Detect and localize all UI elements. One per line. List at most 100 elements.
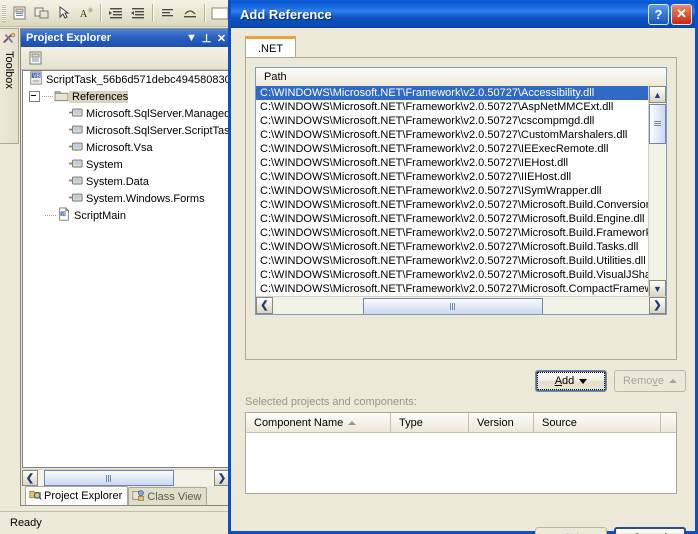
add-reference-dialog: Add Reference ? ✕ .NET Path C:\WINDOWS\M…: [228, 0, 698, 534]
listbox-vertical-scrollbar[interactable]: ▲ ▼: [648, 86, 666, 297]
indent-increase-icon[interactable]: [105, 2, 127, 24]
list-item[interactable]: C:\WINDOWS\Microsoft.NET\Framework\v2.0.…: [256, 128, 649, 142]
close-button[interactable]: ✕: [671, 3, 692, 25]
tree-horizontal-scrollbar[interactable]: ❮ ❯: [22, 469, 230, 486]
assembly-icon: [69, 192, 83, 206]
scroll-thumb[interactable]: [649, 104, 666, 144]
vb-project-icon: VB: [29, 71, 43, 88]
remove-button: Remove: [614, 370, 686, 392]
help-button[interactable]: ?: [648, 3, 669, 25]
tab-class-view[interactable]: Class View: [128, 487, 208, 505]
column-header-component-name-label: Component Name: [254, 416, 344, 429]
scroll-left-arrow-icon[interactable]: ❮: [256, 297, 273, 314]
dotnet-tab-panel: Path C:\WINDOWS\Microsoft.NET\Framework\…: [245, 57, 677, 360]
list-item[interactable]: C:\WINDOWS\Microsoft.NET\Framework\v2.0.…: [256, 254, 649, 268]
tree-reference-list: Microsoft.SqlServer.ManagedDTS Microsoft…: [23, 105, 229, 207]
tree-node-reference[interactable]: System.Windows.Forms: [23, 190, 229, 207]
tab-dotnet-label: .NET: [258, 42, 284, 55]
toolbox-icon: [2, 32, 16, 49]
folder-icon: [54, 89, 69, 105]
show-properties-icon[interactable]: [25, 47, 47, 69]
tree-node-script-file[interactable]: VB ScriptMain: [23, 206, 229, 224]
column-header-type[interactable]: Type: [391, 413, 469, 432]
scroll-track[interactable]: [38, 470, 214, 486]
indent-decrease-icon[interactable]: [127, 2, 149, 24]
tab-dotnet[interactable]: .NET: [245, 36, 297, 58]
list-item[interactable]: C:\WINDOWS\Microsoft.NET\Framework\v2.0.…: [256, 184, 649, 198]
list-item[interactable]: C:\WINDOWS\Microsoft.NET\Framework\v2.0.…: [256, 156, 649, 170]
object-browser-icon[interactable]: [31, 2, 53, 24]
chevron-down-icon: [579, 378, 588, 384]
tree-collapse-toggle[interactable]: [29, 91, 40, 102]
window-menu-dropdown-icon[interactable]: ▼: [184, 31, 199, 46]
scroll-thumb[interactable]: [363, 297, 543, 314]
align-bottom-icon[interactable]: [179, 2, 201, 24]
tree-node-project[interactable]: VB ScriptTask_56b6d571debc494580830: [23, 71, 229, 88]
column-header-source[interactable]: Source: [534, 413, 661, 432]
status-bar: Ready: [0, 511, 242, 534]
scroll-right-arrow-icon[interactable]: ❯: [649, 297, 666, 314]
assembly-listbox[interactable]: Path C:\WINDOWS\Microsoft.NET\Framework\…: [255, 67, 667, 315]
auto-hide-pin-icon[interactable]: ⊥: [199, 31, 214, 46]
status-text: Ready: [10, 517, 42, 529]
tree-node-reference-label: System.Data: [86, 175, 149, 188]
dialog-titlebar[interactable]: Add Reference ? ✕: [231, 0, 695, 28]
scroll-down-arrow-icon[interactable]: ▼: [649, 280, 666, 297]
list-item[interactable]: C:\WINDOWS\Microsoft.NET\Framework\v2.0.…: [256, 268, 649, 282]
tab-class-view-label: Class View: [147, 490, 202, 503]
list-item[interactable]: C:\WINDOWS\Microsoft.NET\Framework\v2.0.…: [256, 226, 649, 240]
list-item[interactable]: C:\WINDOWS\Microsoft.NET\Framework\v2.0.…: [256, 100, 649, 114]
scroll-thumb[interactable]: [44, 470, 174, 486]
font-tool-icon[interactable]: A ✳: [75, 2, 97, 24]
list-item[interactable]: C:\WINDOWS\Microsoft.NET\Framework\v2.0.…: [256, 240, 649, 254]
tree-node-reference[interactable]: Microsoft.SqlServer.ScriptTask: [23, 122, 229, 139]
toolbar-grip[interactable]: [2, 4, 6, 22]
tree-node-references[interactable]: References: [23, 88, 229, 105]
toolbar-separator: [152, 4, 154, 22]
list-item[interactable]: C:\WINDOWS\Microsoft.NET\Framework\v2.0.…: [256, 142, 649, 156]
listbox-horizontal-scrollbar[interactable]: ❮ ❯: [256, 296, 666, 314]
list-item[interactable]: C:\WINDOWS\Microsoft.NET\Framework\v2.0.…: [256, 212, 649, 226]
scroll-left-arrow-icon[interactable]: ❮: [22, 470, 38, 486]
vb-file-icon: VB: [57, 206, 71, 224]
selected-components-grid[interactable]: Component Name Type Version Source: [245, 412, 677, 494]
dialog-tabstrip: .NET: [245, 36, 297, 58]
remove-button-label: Remove: [623, 375, 664, 387]
list-item[interactable]: C:\WINDOWS\Microsoft.NET\Framework\v2.0.…: [256, 282, 649, 296]
add-button[interactable]: Add: [535, 370, 607, 392]
column-header-version-label: Version: [477, 416, 514, 429]
assembly-icon: [69, 158, 83, 172]
assembly-icon: [69, 175, 83, 189]
list-item[interactable]: C:\WINDOWS\Microsoft.NET\Framework\v2.0.…: [256, 86, 649, 100]
tree-node-reference[interactable]: System.Data: [23, 173, 229, 190]
svg-text:VB: VB: [61, 211, 67, 216]
dialog-title: Add Reference: [240, 6, 332, 22]
cancel-button[interactable]: Cancel: [614, 527, 686, 534]
close-panel-icon[interactable]: ✕: [214, 31, 229, 46]
tree-node-reference[interactable]: System: [23, 156, 229, 173]
explorer-tabstrip: Project Explorer Class View: [21, 486, 231, 505]
project-tree[interactable]: VB ScriptTask_56b6d571debc494580830 Refe…: [22, 70, 230, 468]
list-item[interactable]: C:\WINDOWS\Microsoft.NET\Framework\v2.0.…: [256, 114, 649, 128]
project-explorer-tab-icon: [29, 488, 42, 504]
properties-window-icon[interactable]: [9, 2, 31, 24]
column-header-component-name[interactable]: Component Name: [246, 413, 391, 432]
tree-node-references-label: References: [69, 90, 129, 103]
column-header-version[interactable]: Version: [469, 413, 534, 432]
scroll-track[interactable]: [273, 297, 649, 314]
tree-node-reference[interactable]: Microsoft.Vsa: [23, 139, 229, 156]
assembly-icon: [69, 141, 83, 155]
toolbox-label: Toolbox: [3, 51, 15, 89]
pointer-tool-icon[interactable]: [53, 2, 75, 24]
list-item[interactable]: C:\WINDOWS\Microsoft.NET\Framework\v2.0.…: [256, 170, 649, 184]
align-left-icon[interactable]: [157, 2, 179, 24]
scroll-up-arrow-icon[interactable]: ▲: [649, 86, 666, 103]
tree-node-reference-label: Microsoft.SqlServer.ScriptTask: [86, 124, 230, 137]
list-item[interactable]: C:\WINDOWS\Microsoft.NET\Framework\v2.0.…: [256, 198, 649, 212]
tree-node-reference[interactable]: Microsoft.SqlServer.ManagedDTS: [23, 105, 229, 122]
tab-project-explorer-label: Project Explorer: [44, 490, 123, 502]
toolbox-autohide-tab[interactable]: Toolbox: [0, 28, 19, 144]
tab-project-explorer[interactable]: Project Explorer: [25, 486, 129, 505]
listbox-column-header[interactable]: Path: [256, 68, 666, 87]
svg-text:✳: ✳: [87, 6, 94, 15]
